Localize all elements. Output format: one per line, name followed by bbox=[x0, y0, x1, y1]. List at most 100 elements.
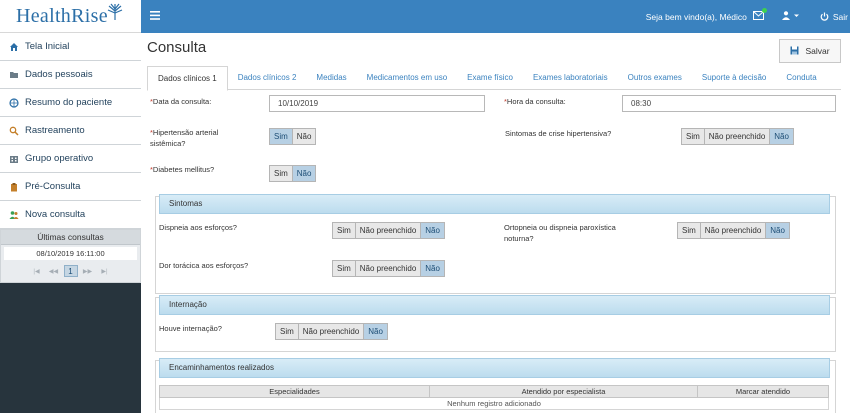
tab-exame-fisico[interactable]: Exame físico bbox=[457, 66, 523, 89]
user-menu-icon[interactable] bbox=[781, 11, 800, 22]
tab-bar: Dados clínicos 1 Dados clínicos 2 Medida… bbox=[147, 66, 841, 91]
sintomas-crise-label: Sintomas de crise hipertensiva? bbox=[505, 129, 612, 138]
sidebar-item-resumo-paciente[interactable]: Resumo do paciente bbox=[0, 89, 141, 117]
hipertensao-label: *Hipertensão arterial sistêmica? bbox=[150, 128, 219, 148]
diabetes-toggle: Sim Não bbox=[269, 165, 317, 182]
encaminhamentos-table: Especialidades Atendido por especialista… bbox=[159, 385, 829, 410]
tab-suporte-decisao[interactable]: Suporte à decisão bbox=[692, 66, 777, 89]
diabetes-nao-button[interactable]: Não bbox=[292, 166, 316, 181]
sintomas-crise-sim-button[interactable]: Sim bbox=[682, 129, 705, 144]
internacao-label: Houve internação? bbox=[159, 324, 222, 333]
sidebar-item-tela-inicial[interactable]: Tela Inicial bbox=[0, 33, 141, 61]
save-button[interactable]: Salvar bbox=[779, 39, 841, 63]
diabetes-sim-button[interactable]: Sim bbox=[270, 166, 293, 181]
mail-icon[interactable] bbox=[752, 7, 767, 23]
page-title: Consulta bbox=[147, 39, 207, 56]
main-content: Consulta Salvar Dados clínicos 1 Dados c… bbox=[141, 33, 850, 413]
sintomas-section-header: Sintomas bbox=[159, 194, 830, 214]
dispneia-nao-button[interactable]: Não bbox=[421, 223, 444, 238]
dor-toracica-nao-preenchido-button[interactable]: Não preenchido bbox=[355, 261, 422, 276]
sidebar-item-label: Dados pessoais bbox=[25, 69, 93, 80]
hipertensao-toggle: Sim Não bbox=[269, 128, 317, 145]
top-bar: Seja bem vindo(a), Médico Sair bbox=[141, 0, 850, 33]
sidebar-item-label: Nova consulta bbox=[25, 209, 86, 220]
tab-conduta[interactable]: Conduta bbox=[776, 66, 826, 89]
brand-leaf-icon bbox=[107, 3, 123, 20]
sidebar-item-nova-consulta[interactable]: Nova consulta bbox=[0, 201, 141, 229]
hora-consulta-input[interactable]: 08:30 bbox=[622, 95, 836, 112]
sidebar-item-label: Rastreamento bbox=[25, 125, 85, 136]
hipertensao-sim-button[interactable]: Sim bbox=[270, 129, 293, 144]
table-row: Nenhum registro adicionado bbox=[159, 397, 829, 410]
sintomas-crise-nao-preenchido-button[interactable]: Não preenchido bbox=[704, 129, 771, 144]
sidebar-item-label: Pré-Consulta bbox=[25, 181, 81, 192]
internacao-nao-button[interactable]: Não bbox=[364, 324, 387, 339]
dor-toracica-sim-button[interactable]: Sim bbox=[333, 261, 356, 276]
sintomas-crise-toggle: Sim Não preenchido Não bbox=[681, 128, 794, 145]
power-icon bbox=[820, 12, 829, 21]
hamburger-menu-icon[interactable] bbox=[150, 10, 160, 23]
tab-medicamentos[interactable]: Medicamentos em uso bbox=[357, 66, 457, 89]
recent-pager: |◀ ◀◀ 1 ▶▶ ▶| bbox=[1, 262, 140, 280]
sidebar-item-label: Grupo operativo bbox=[25, 153, 94, 164]
tab-dados-clinicos-1[interactable]: Dados clínicos 1 bbox=[147, 66, 228, 91]
pager-current-page[interactable]: 1 bbox=[63, 265, 78, 277]
brand-name: HealthRise bbox=[16, 4, 108, 27]
table-header-marcar[interactable]: Marcar atendido bbox=[697, 385, 829, 398]
pager-next-button[interactable]: ▶▶ bbox=[81, 265, 95, 277]
ortopneia-nao-button[interactable]: Não bbox=[766, 223, 789, 238]
hora-consulta-label: *Hora da consulta: bbox=[504, 97, 566, 106]
logout-label: Sair bbox=[832, 11, 848, 22]
pager-first-button[interactable]: |◀ bbox=[30, 265, 44, 277]
users-icon bbox=[9, 210, 19, 220]
folder-icon bbox=[9, 70, 19, 80]
floppy-disk-icon bbox=[790, 46, 799, 57]
dor-toracica-label: Dor torácica aos esforços? bbox=[159, 261, 249, 270]
sidebar-item-grupo-operativo[interactable]: Grupo operativo bbox=[0, 145, 141, 173]
sidebar-item-pre-consulta[interactable]: Pré-Consulta bbox=[0, 173, 141, 201]
sintomas-crise-nao-button[interactable]: Não bbox=[770, 129, 793, 144]
notification-dot bbox=[761, 7, 767, 13]
diabetes-label: *Diabetes mellitus? bbox=[150, 165, 215, 174]
tab-medidas[interactable]: Medidas bbox=[306, 66, 356, 89]
search-icon bbox=[9, 126, 19, 136]
internacao-nao-preenchido-button[interactable]: Não preenchido bbox=[298, 324, 365, 339]
globe-icon bbox=[9, 97, 19, 108]
dispneia-toggle: Sim Não preenchido Não bbox=[332, 222, 445, 239]
tab-outros-exames[interactable]: Outros exames bbox=[618, 66, 692, 89]
sidebar-item-label: Tela Inicial bbox=[25, 41, 70, 52]
dispneia-sim-button[interactable]: Sim bbox=[333, 223, 356, 238]
pager-last-button[interactable]: ▶| bbox=[98, 265, 112, 277]
recent-consultations-panel: Últimas consultas 08/10/2019 16:11:00 |◀… bbox=[0, 229, 141, 283]
sidebar: HealthRise Tela Inicial Dados pessoais R… bbox=[0, 0, 141, 413]
sidebar-item-dados-pessoais[interactable]: Dados pessoais bbox=[0, 61, 141, 89]
tab-exames-laboratoriais[interactable]: Exames laboratoriais bbox=[523, 66, 618, 89]
encaminhamentos-section-header: Encaminhamentos realizados bbox=[159, 358, 830, 378]
ortopneia-label: Ortopneia ou dispneia paroxística noturna… bbox=[504, 223, 616, 243]
ortopneia-toggle: Sim Não preenchido Não bbox=[677, 222, 790, 239]
hipertensao-nao-button[interactable]: Não bbox=[292, 129, 316, 144]
welcome-text: Seja bem vindo(a), Médico bbox=[645, 11, 747, 22]
tab-dados-clinicos-2[interactable]: Dados clínicos 2 bbox=[228, 66, 307, 89]
table-header-atendido[interactable]: Atendido por especialista bbox=[429, 385, 698, 398]
clipboard-icon bbox=[9, 182, 19, 192]
recent-consultations-title: Últimas consultas bbox=[1, 230, 140, 245]
dispneia-nao-preenchido-button[interactable]: Não preenchido bbox=[355, 223, 422, 238]
ortopneia-nao-preenchido-button[interactable]: Não preenchido bbox=[700, 223, 767, 238]
building-icon bbox=[9, 154, 19, 164]
internacao-toggle: Sim Não preenchido Não bbox=[275, 323, 388, 340]
internacao-section-header: Internação bbox=[159, 295, 830, 315]
dor-toracica-nao-button[interactable]: Não bbox=[421, 261, 444, 276]
sidebar-item-rastreamento[interactable]: Rastreamento bbox=[0, 117, 141, 145]
internacao-sim-button[interactable]: Sim bbox=[276, 324, 299, 339]
recent-consultation-entry[interactable]: 08/10/2019 16:11:00 bbox=[4, 247, 137, 260]
table-header-especialidades[interactable]: Especialidades bbox=[159, 385, 430, 398]
ortopneia-sim-button[interactable]: Sim bbox=[678, 223, 701, 238]
data-consulta-label: *Data da consulta: bbox=[150, 97, 212, 106]
sidebar-item-label: Resumo do paciente bbox=[25, 97, 113, 108]
table-empty-message: Nenhum registro adicionado bbox=[159, 397, 829, 410]
pager-prev-button[interactable]: ◀◀ bbox=[47, 265, 61, 277]
logout-button[interactable]: Sair bbox=[820, 12, 848, 22]
data-consulta-input[interactable]: 10/10/2019 bbox=[269, 95, 485, 112]
logo[interactable]: HealthRise bbox=[0, 0, 141, 33]
